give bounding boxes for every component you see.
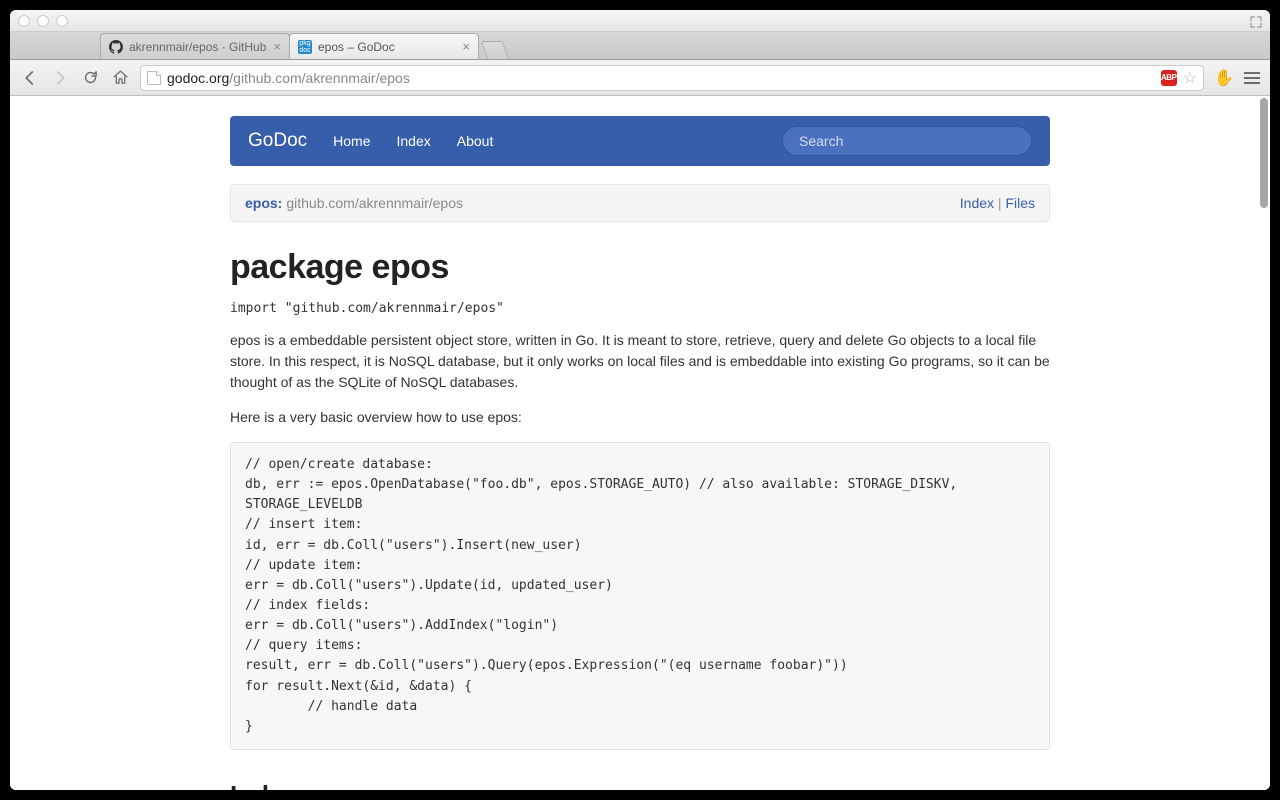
window-close-button[interactable] (18, 15, 30, 27)
separator: | (994, 195, 1005, 211)
link-files[interactable]: Files (1005, 195, 1035, 211)
reload-button[interactable] (80, 68, 100, 88)
godoc-icon: pkgdoc (298, 40, 312, 54)
nav-about[interactable]: About (457, 133, 494, 149)
nav-index[interactable]: Index (397, 133, 431, 149)
import-line: import "github.com/akrennmair/epos" (230, 301, 1050, 316)
new-tab-button[interactable] (481, 41, 510, 59)
tab-github[interactable]: akrennmair/epos · GitHub × (100, 33, 290, 59)
url-text: godoc.org/github.com/akrennmair/epos (167, 70, 1155, 86)
window-titlebar (10, 10, 1270, 32)
link-index[interactable]: Index (960, 195, 994, 211)
page-title: package epos (230, 248, 1050, 287)
overview-paragraph: Here is a very basic overview how to use… (230, 407, 1050, 428)
github-icon (109, 40, 123, 54)
breadcrumb: epos: github.com/akrennmair/epos Index |… (230, 184, 1050, 222)
window-zoom-button[interactable] (56, 15, 68, 27)
address-bar[interactable]: godoc.org/github.com/akrennmair/epos ABP… (140, 65, 1204, 91)
close-icon[interactable]: × (273, 39, 281, 54)
nav-home[interactable]: Home (333, 133, 370, 149)
bookmark-star-icon[interactable]: ☆ (1183, 68, 1197, 88)
tab-title: akrennmair/epos · GitHub (129, 40, 267, 54)
browser-toolbar: godoc.org/github.com/akrennmair/epos ABP… (10, 60, 1270, 96)
menu-button[interactable] (1244, 72, 1260, 84)
extension-icon[interactable]: ✋ (1214, 68, 1234, 88)
forward-button[interactable] (50, 68, 70, 88)
index-heading: Index (230, 780, 1050, 790)
description-paragraph: epos is a embeddable persistent object s… (230, 330, 1050, 393)
page-icon (147, 71, 161, 85)
crumb-package: epos: (245, 195, 282, 211)
tab-godoc[interactable]: pkgdoc epos – GoDoc × (289, 33, 479, 59)
close-icon[interactable]: × (462, 39, 470, 54)
back-button[interactable] (20, 68, 40, 88)
adblock-icon[interactable]: ABP (1161, 70, 1177, 86)
godoc-navbar: GoDoc Home Index About Search (230, 116, 1050, 166)
page-viewport: GoDoc Home Index About Search epos: gith… (10, 96, 1270, 790)
scrollbar-thumb[interactable] (1260, 98, 1268, 208)
brand[interactable]: GoDoc (248, 130, 307, 152)
window-minimize-button[interactable] (37, 15, 49, 27)
page-content: GoDoc Home Index About Search epos: gith… (230, 96, 1050, 790)
home-button[interactable] (110, 68, 130, 88)
fullscreen-icon[interactable] (1250, 15, 1262, 27)
search-input[interactable]: Search (782, 126, 1032, 156)
tab-strip: akrennmair/epos · GitHub × pkgdoc epos –… (10, 32, 1270, 60)
code-example: // open/create database: db, err := epos… (230, 442, 1050, 750)
tab-title: epos – GoDoc (318, 40, 456, 54)
browser-window: akrennmair/epos · GitHub × pkgdoc epos –… (10, 10, 1270, 790)
crumb-path: github.com/akrennmair/epos (286, 195, 463, 211)
crumb-links: Index | Files (960, 195, 1035, 211)
search-placeholder: Search (799, 133, 843, 149)
